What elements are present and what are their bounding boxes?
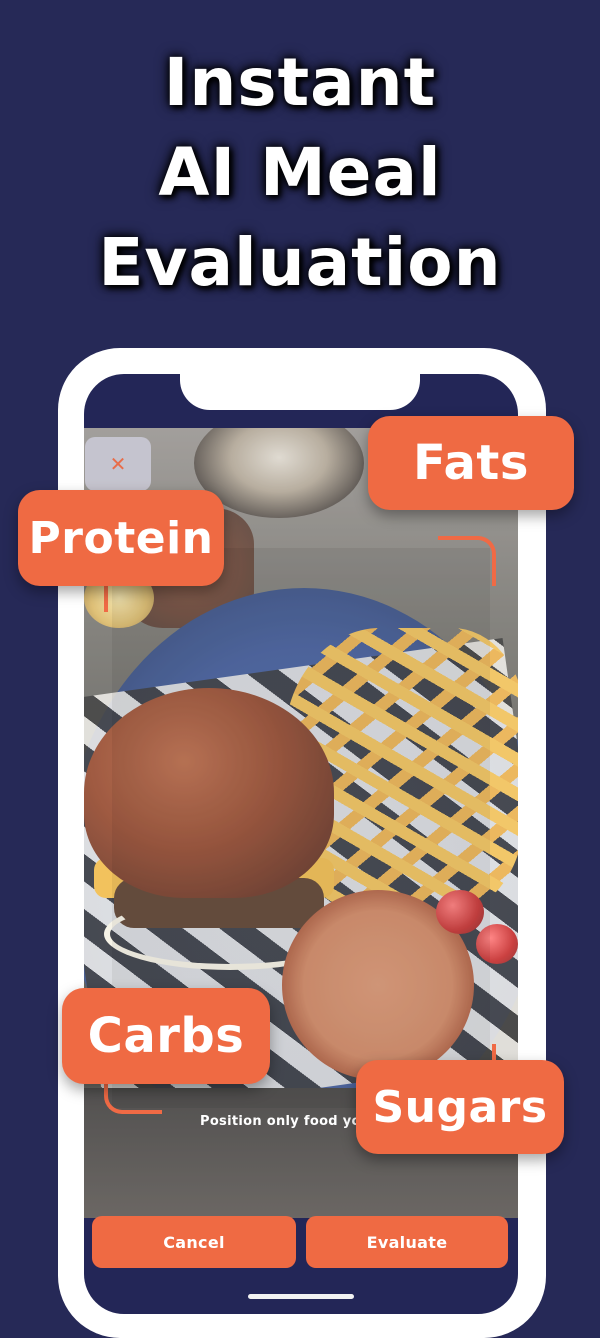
cancel-button[interactable]: Cancel — [92, 1216, 296, 1268]
viewfinder-corner-top-right — [438, 536, 496, 586]
position-hint-text: Position only food yo — [200, 1114, 361, 1129]
headline-line-2: AI Meal — [158, 134, 442, 211]
headline-line-1: Instant — [163, 44, 437, 121]
home-indicator[interactable] — [248, 1294, 354, 1299]
carbs-tag: Carbs — [62, 988, 270, 1084]
fats-tag: Fats — [368, 416, 574, 510]
headline-line-3: Evaluation — [98, 224, 502, 301]
close-icon: ✕ — [109, 452, 127, 476]
evaluate-button[interactable]: Evaluate — [306, 1216, 508, 1268]
close-button[interactable]: ✕ — [85, 437, 151, 491]
phone-notch — [180, 348, 420, 410]
protein-tag: Protein — [18, 490, 224, 586]
sugars-tag: Sugars — [356, 1060, 564, 1154]
